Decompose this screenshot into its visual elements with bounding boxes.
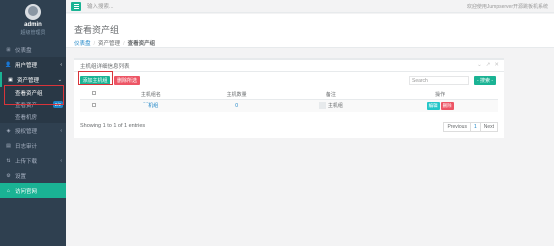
nav-label: 授权管理 [15, 128, 38, 135]
chevron-left-icon: ‹ [60, 127, 62, 134]
nav-item-website[interactable]: ⌂ 访问官网 [0, 183, 66, 198]
column-header[interactable]: 主机组名 [108, 90, 194, 100]
panel-tools: ⌄ ↗ ✕ [477, 62, 499, 68]
delete-selected-button[interactable]: 删除所选 [114, 76, 140, 85]
dashboard-icon: ⊞ [6, 46, 11, 53]
profile: admin 超级管理员 [0, 0, 66, 42]
gear-icon: ⚙ [6, 172, 11, 179]
host-count-link[interactable]: 0 [235, 103, 238, 109]
log-icon: ▤ [6, 142, 11, 149]
nav-item-permissions[interactable]: ◈ 授权管理 ‹ [0, 123, 66, 138]
sub-item-idc[interactable]: 查看机房 [0, 111, 66, 123]
expand-icon[interactable]: ↗ [486, 62, 491, 68]
column-header[interactable]: 备注 [279, 90, 383, 100]
nav-label: 访问官网 [15, 188, 38, 195]
nav-item-upload[interactable]: ⇅ 上传下载 ‹ [0, 153, 66, 168]
upload-icon: ⇅ [6, 157, 11, 164]
group-name-link[interactable]: ‾ ‾机组 [144, 103, 159, 109]
welcome-text: 欢迎使用Jumpserver开源跳板机系统 [466, 4, 548, 10]
column-header: 操作 [382, 90, 498, 100]
select-all-header[interactable] [80, 90, 108, 100]
highlight-box-add-button [78, 71, 113, 85]
pagination-next[interactable]: Next [479, 122, 498, 132]
topbar: 输入搜索... 欢迎使用Jumpserver开源跳板机系统 [66, 0, 554, 13]
row-delete-button[interactable]: 删除 [440, 101, 454, 110]
home-icon: ⌂ [6, 187, 11, 194]
row-select-cell[interactable] [80, 99, 108, 112]
comment-icon [318, 102, 326, 110]
chevron-left-icon: ‹ [60, 61, 62, 68]
nav-item-dashboard[interactable]: ⊞ 仪表盘 [0, 42, 66, 57]
page-title: 查看资产组 [74, 25, 120, 35]
menu-toggle-button[interactable] [71, 1, 81, 11]
breadcrumb-current: 查看资产组 [127, 41, 156, 47]
breadcrumb-dashboard[interactable]: 仪表盘 [74, 41, 91, 47]
nav-item-settings[interactable]: ⚙ 设置 [0, 168, 66, 183]
close-icon[interactable]: ✕ [494, 62, 499, 68]
user-icon: 👤 [5, 61, 12, 68]
collapse-icon[interactable]: ⌄ [477, 62, 482, 68]
avatar[interactable] [25, 4, 41, 20]
group-comment: 主机组 [327, 103, 343, 110]
nav-item-logs[interactable]: ▤ 日志审计 [0, 138, 66, 153]
sub-item-label: 查看机房 [15, 115, 38, 121]
entries-info: Showing 1 to 1 of 1 entries [80, 123, 146, 129]
select-all-checkbox[interactable] [92, 91, 96, 96]
perm-icon: ◈ [6, 127, 11, 134]
host-group-table: 主机组名 主机数量 备注 操作 ‾ ‾机组 0 主机组 编辑 删除 [80, 90, 498, 112]
nav-label: 日志审计 [15, 143, 38, 150]
search-button[interactable]: - 搜索 - [474, 76, 496, 85]
highlight-box-assets [4, 85, 64, 105]
edit-button[interactable]: 编辑 [426, 101, 440, 110]
top-search-input[interactable]: 输入搜索... [87, 2, 114, 10]
pagination: Previous 1 Next [443, 122, 498, 132]
chevron-down-icon: ⌄ [57, 76, 62, 83]
page-header: 查看资产组 仪表盘 / 资产管理 / 查看资产组 [66, 14, 554, 48]
profile-role[interactable]: 超级管理员 [0, 29, 66, 36]
panel-header: 主机组详细信息列表 ⌄ ↗ ✕ [74, 60, 504, 72]
breadcrumb-assets[interactable]: 资产管理 [98, 41, 120, 47]
profile-name[interactable]: admin [0, 22, 66, 28]
asset-icon: ▣ [8, 76, 13, 83]
host-group-panel: 主机组详细信息列表 ⌄ ↗ ✕ 添加主机组 删除所选 Search - 搜索 -… [74, 58, 504, 138]
table-header-row: 主机组名 主机数量 备注 操作 [80, 90, 498, 100]
chevron-left-icon: ‹ [60, 157, 62, 164]
nav-label: 用户管理 [15, 62, 38, 69]
table-row: ‾ ‾机组 0 主机组 编辑 删除 [80, 99, 498, 112]
nav-label: 仪表盘 [15, 47, 32, 54]
nav-item-users[interactable]: 👤 用户管理 ‹ [0, 57, 66, 72]
panel-title: 主机组详细信息列表 [80, 63, 130, 70]
pagination-previous[interactable]: Previous [443, 122, 471, 132]
nav-label: 设置 [15, 173, 27, 180]
sidebar: admin 超级管理员 ⊞ 仪表盘 👤 用户管理 ‹ ▣ 资产管理 ⌄ 查看资产… [0, 0, 66, 246]
row-checkbox[interactable] [92, 102, 96, 107]
nav-label: 资产管理 [17, 77, 40, 84]
breadcrumb: 仪表盘 / 资产管理 / 查看资产组 [74, 41, 156, 47]
panel-toolbar: 添加主机组 删除所选 Search - 搜索 - [74, 72, 504, 92]
column-header[interactable]: 主机数量 [193, 90, 280, 100]
table-search-input[interactable]: Search [409, 76, 469, 85]
nav-label: 上传下载 [15, 158, 38, 165]
